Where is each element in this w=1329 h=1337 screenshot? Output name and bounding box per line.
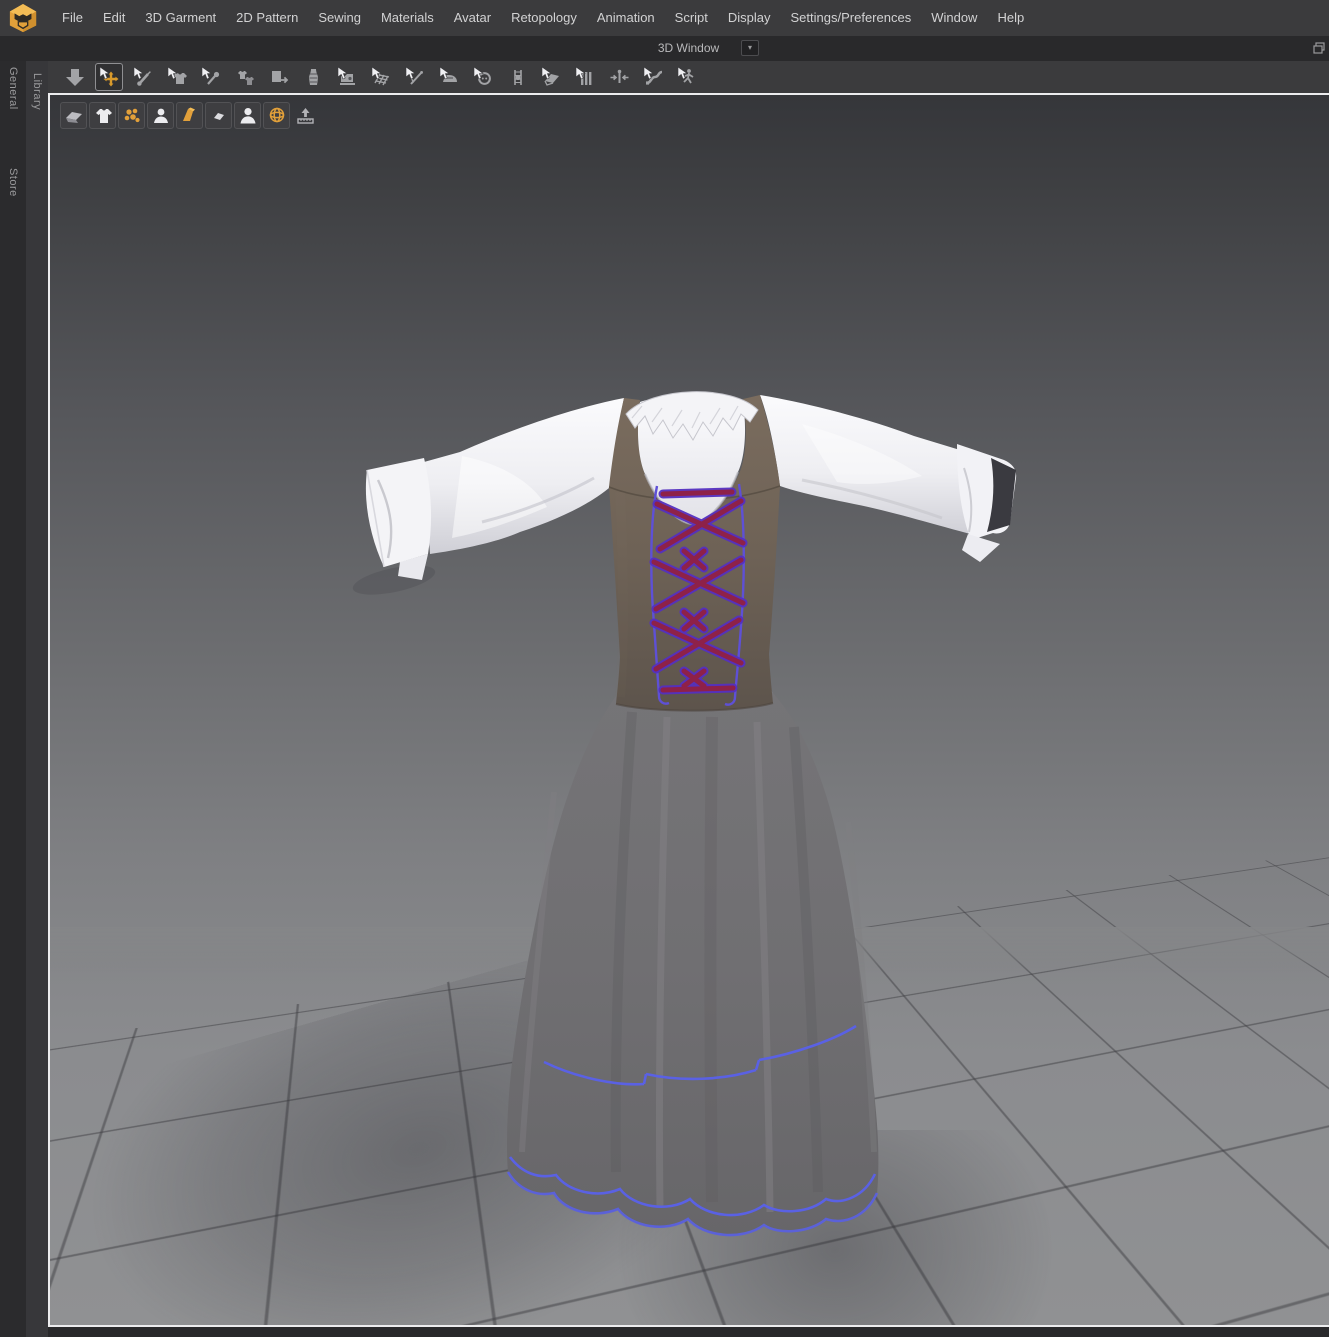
fabric-quad-icon [541,65,559,86]
mannequin-icon [308,68,318,85]
menu-settings-preferences[interactable]: Settings/Preferences [781,0,922,36]
tape-icon [643,65,662,85]
ruler-up-icon [297,108,314,124]
menu-items: File Edit 3D Garment 2D Pattern Sewing Materi… [52,0,1034,36]
tool-move-garments[interactable] [231,63,259,91]
tool-fitting[interactable] [299,63,327,91]
tool-sewing-machine[interactable] [333,63,361,91]
tool-pin[interactable] [197,63,225,91]
toggle-show-avatar[interactable] [234,102,261,129]
tool-export-pattern[interactable] [265,63,293,91]
menu-materials[interactable]: Materials [371,0,444,36]
shirt-icon [167,65,187,84]
sidebar-outer-strip: General Store [0,61,26,1337]
window-tab-bar: 3D Window ▾ [0,36,1329,61]
button-circle-icon [473,65,491,85]
garment-render[interactable] [332,372,1042,1252]
menu-avatar[interactable]: Avatar [444,0,501,36]
sleeve-left [352,398,624,595]
restore-window-icon[interactable] [1312,41,1326,55]
menu-animation[interactable]: Animation [587,0,665,36]
viewport-3d[interactable] [48,93,1329,1327]
tool-sew-needle[interactable] [401,63,429,91]
sleeve-right [760,395,1017,562]
tool-tack[interactable] [605,63,633,91]
toggle-show-folded-pattern[interactable] [176,102,203,129]
arrow-down-icon [65,68,84,86]
bust-icon [240,108,256,124]
globe-orange-icon [269,107,285,123]
sidebar-tab-general[interactable]: General [7,67,19,110]
tool-edit-mesh-grid[interactable] [367,63,395,91]
swatch-icon [214,113,224,120]
tool-avatar-pose[interactable] [673,63,701,91]
bust-cursor-icon [154,108,168,123]
menu-help[interactable]: Help [987,0,1034,36]
chevron-down-icon[interactable]: ▾ [741,40,759,56]
tool-press-iron[interactable] [435,63,463,91]
pleats-icon [575,65,591,85]
toggle-show-fabric-swatch[interactable] [205,102,232,129]
toggle-show-avatar-select[interactable] [147,102,174,129]
menu-retopology[interactable]: Retopology [501,0,587,36]
tool-select-garment[interactable] [163,63,191,91]
tool-zipper[interactable] [503,63,531,91]
needle-thread-icon [405,65,423,85]
iron-icon [439,65,457,82]
active-window-tab[interactable]: 3D Window [0,36,1329,61]
app-logo-icon[interactable] [7,3,39,33]
folded-orange-icon [183,107,195,121]
bottom-strip [48,1327,1329,1337]
grid-slant-icon [371,65,389,85]
menu-edit[interactable]: Edit [93,0,135,36]
fabric-cube-icon [66,112,82,123]
tool-fabric-piece[interactable] [537,63,565,91]
tool-button[interactable] [469,63,497,91]
toggle-render-height[interactable] [292,102,319,129]
skirt [506,690,879,1237]
sidebar-tab-store[interactable]: Store [7,168,19,197]
tool-select-move[interactable] [95,63,123,91]
flag-export-icon [271,70,288,83]
menu-sewing[interactable]: Sewing [308,0,371,36]
pin-needle-icon [201,65,219,85]
zipper-icon [513,69,522,85]
toggle-show-wireframe-globe[interactable] [263,102,290,129]
toggle-show-particle-mesh[interactable] [118,102,145,129]
menu-script[interactable]: Script [665,0,718,36]
menu-3d-garment[interactable]: 3D Garment [135,0,226,36]
walker-icon [677,65,693,83]
menu-file[interactable]: File [52,0,93,36]
toggle-show-fabric-solid[interactable] [60,102,87,129]
menu-window[interactable]: Window [921,0,987,36]
honeycomb-icon [124,108,140,123]
menu-display[interactable]: Display [718,0,781,36]
left-sidebar: General Store Library [0,61,48,1337]
menu-2d-pattern[interactable]: 2D Pattern [226,0,308,36]
viewport-toggle-toolbar [60,102,319,129]
tshirt-white-icon [96,109,112,123]
shirts-two-icon [237,70,254,85]
menu-bar: File Edit 3D Garment 2D Pattern Sewing Materi… [0,0,1329,36]
tool-pleats[interactable] [571,63,599,91]
sidebar-tab-library[interactable]: Library [31,73,43,110]
tool-simulate[interactable] [61,63,89,91]
tool-select-brush[interactable] [129,63,157,91]
tack-arrows-icon [610,69,628,83]
sew-machine-icon [337,65,355,85]
toggle-show-garment[interactable] [89,102,116,129]
sidebar-inner-strip: Library [26,61,48,1337]
main-toolbar [48,61,1329,93]
move-cross-icon [99,65,118,86]
marvelous-designer-window: { "app": { "logo_icon": "brand-hexagon" … [0,0,1329,1337]
brush-icon [133,65,151,86]
tool-measure-tape[interactable] [639,63,667,91]
